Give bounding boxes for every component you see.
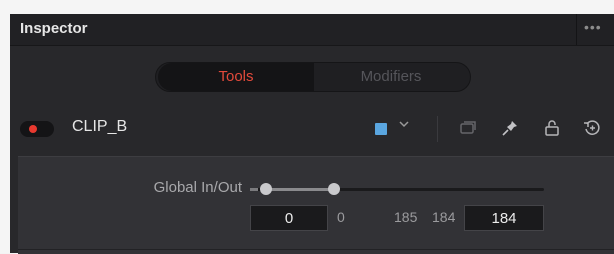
out-point-field[interactable]: 184	[464, 205, 544, 231]
pin-icon[interactable]	[500, 118, 520, 138]
reset-icon[interactable]	[582, 118, 602, 138]
toolbar-divider	[437, 116, 438, 142]
in-point-handle[interactable]	[260, 183, 272, 195]
screen: Inspector ••• Tools Modifiers CLIP_B Glo…	[0, 0, 614, 254]
clip-header-row: CLIP_B	[10, 110, 614, 146]
end-readout: 184	[432, 209, 456, 225]
tab-tools[interactable]: Tools	[158, 63, 314, 91]
inspector-header: Inspector •••	[10, 14, 614, 46]
out-point-handle[interactable]	[328, 183, 340, 195]
versions-icon[interactable]	[458, 118, 478, 138]
track-start-tick	[250, 188, 258, 191]
global-in-out-label: Global In/Out	[153, 179, 242, 196]
toggle-indicator	[29, 125, 37, 133]
panel-title: Inspector	[20, 20, 88, 37]
tab-bar: Tools Modifiers	[155, 62, 471, 92]
min-readout: 0	[337, 209, 345, 225]
inspector-panel: Inspector ••• Tools Modifiers CLIP_B Glo…	[10, 14, 614, 254]
more-options-icon[interactable]: •••	[584, 19, 612, 35]
clip-name: CLIP_B	[72, 118, 128, 135]
clip-enable-toggle[interactable]	[20, 121, 54, 137]
clip-color-swatch[interactable]	[375, 123, 387, 135]
section-bottom-border	[18, 249, 614, 250]
tab-modifiers[interactable]: Modifiers	[314, 63, 468, 91]
lock-icon[interactable]	[542, 118, 562, 138]
max-readout: 185	[394, 209, 418, 225]
range-slider-selection	[266, 188, 334, 191]
in-point-field[interactable]: 0	[250, 205, 328, 231]
header-divider	[576, 14, 577, 45]
global-in-out-section: Global In/Out 0 0 185 184 184	[18, 156, 614, 254]
chevron-down-icon[interactable]	[398, 118, 410, 133]
